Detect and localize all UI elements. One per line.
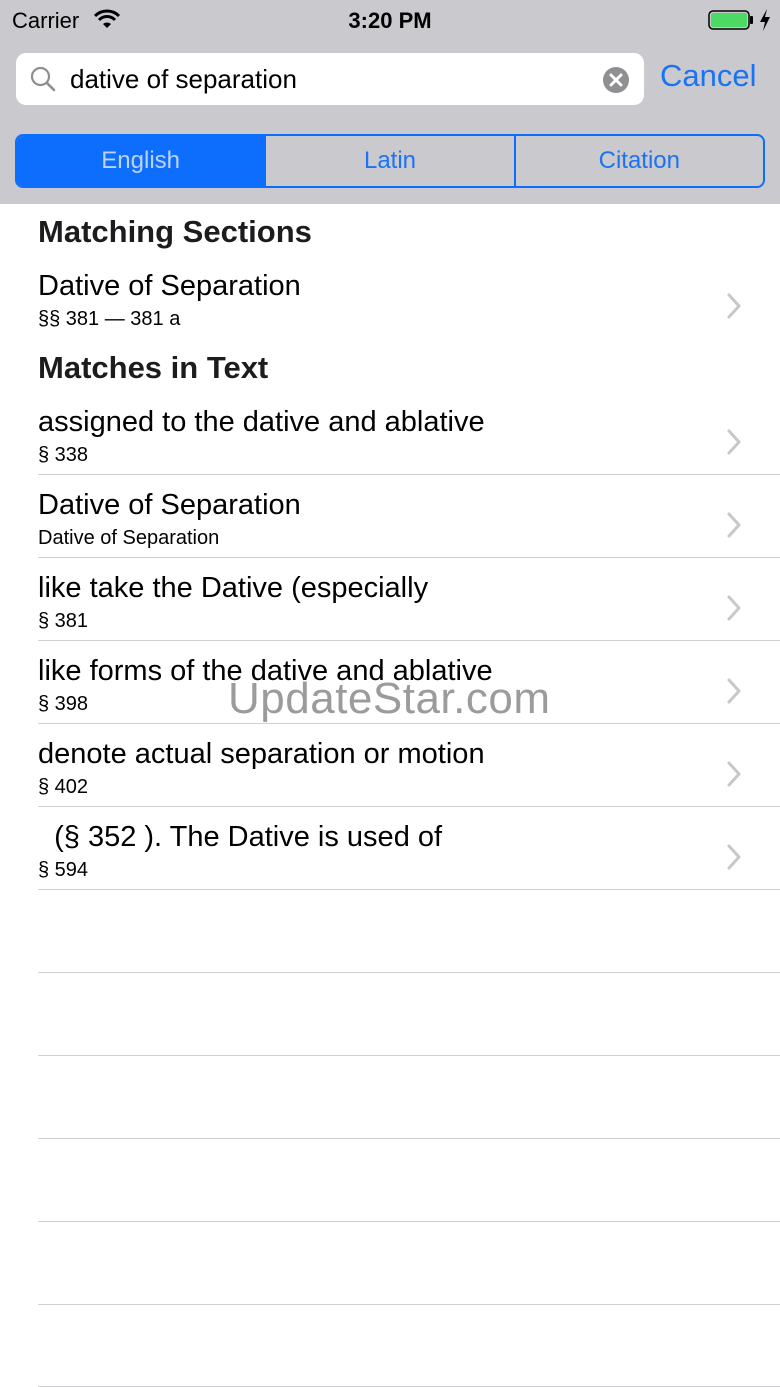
scope-tab-citation[interactable]: Citation xyxy=(513,136,763,186)
result-title: denote actual separation or motion xyxy=(38,738,485,770)
row-divider xyxy=(38,640,780,641)
result-row[interactable]: Dative of Separation Dative of Separatio… xyxy=(0,485,780,568)
result-title: assigned to the dative and ablative xyxy=(38,406,485,438)
result-subtitle: § 381 xyxy=(38,610,89,632)
result-row[interactable]: Dative of Separation §§ 381 — 381 a xyxy=(0,266,780,349)
result-row[interactable]: (§ 352 ). The Dative is used of § 594 xyxy=(0,817,780,900)
cancel-button[interactable]: Cancel xyxy=(660,58,757,94)
scope-segmented-control: English Latin Citation xyxy=(15,134,765,188)
battery-icon xyxy=(708,10,753,30)
empty-row-divider xyxy=(38,1304,780,1305)
result-subtitle: § 594 xyxy=(38,859,89,881)
chevron-right-icon xyxy=(727,844,741,870)
row-divider xyxy=(38,806,780,807)
result-title: Dative of Separation xyxy=(38,270,301,302)
result-subtitle: §§ 381 — 381 a xyxy=(38,308,181,330)
result-subtitle: § 398 xyxy=(38,693,89,715)
search-icon xyxy=(30,66,56,92)
search-input[interactable] xyxy=(70,61,590,97)
chevron-right-icon xyxy=(727,429,741,455)
result-subtitle: Dative of Separation xyxy=(38,527,220,549)
section-header-text-matches: Matches in Text xyxy=(38,350,269,385)
empty-row-divider xyxy=(38,1138,780,1139)
chevron-right-icon xyxy=(727,595,741,621)
empty-row-divider xyxy=(38,972,780,973)
row-divider xyxy=(38,474,780,475)
results-list: Matching Sections Dative of Separation §… xyxy=(0,204,780,1387)
chevron-right-icon xyxy=(727,512,741,538)
result-title: (§ 352 ). The Dative is used of xyxy=(38,821,443,853)
chevron-right-icon xyxy=(727,761,741,787)
status-time: 3:20 PM xyxy=(348,8,432,33)
scope-tab-english[interactable]: English xyxy=(17,136,265,186)
result-subtitle: § 402 xyxy=(38,776,89,798)
search-header: Carrier 3:20 PM Cancel English La xyxy=(0,0,780,204)
row-divider xyxy=(38,557,780,558)
watermark-text: UpdateStar.com xyxy=(228,674,551,723)
scope-tab-latin[interactable]: Latin xyxy=(264,136,513,186)
result-title: Dative of Separation xyxy=(38,489,301,521)
chevron-right-icon xyxy=(727,678,741,704)
search-bar[interactable] xyxy=(16,53,644,105)
chevron-right-icon xyxy=(727,293,741,319)
result-title: like take the Dative (especially xyxy=(38,572,429,604)
result-row[interactable]: assigned to the dative and ablative § 33… xyxy=(0,402,780,485)
result-subtitle: § 338 xyxy=(38,444,89,466)
status-bar: Carrier 3:20 PM xyxy=(0,0,780,40)
result-row[interactable]: denote actual separation or motion § 402 xyxy=(0,734,780,817)
row-divider xyxy=(38,889,780,890)
empty-row-divider xyxy=(38,1221,780,1222)
result-row[interactable]: like take the Dative (especially § 381 xyxy=(0,568,780,651)
charging-bolt-icon xyxy=(760,9,770,31)
section-header-matching: Matching Sections xyxy=(38,214,312,249)
clear-search-icon[interactable] xyxy=(602,66,630,94)
empty-row-divider xyxy=(38,1055,780,1056)
